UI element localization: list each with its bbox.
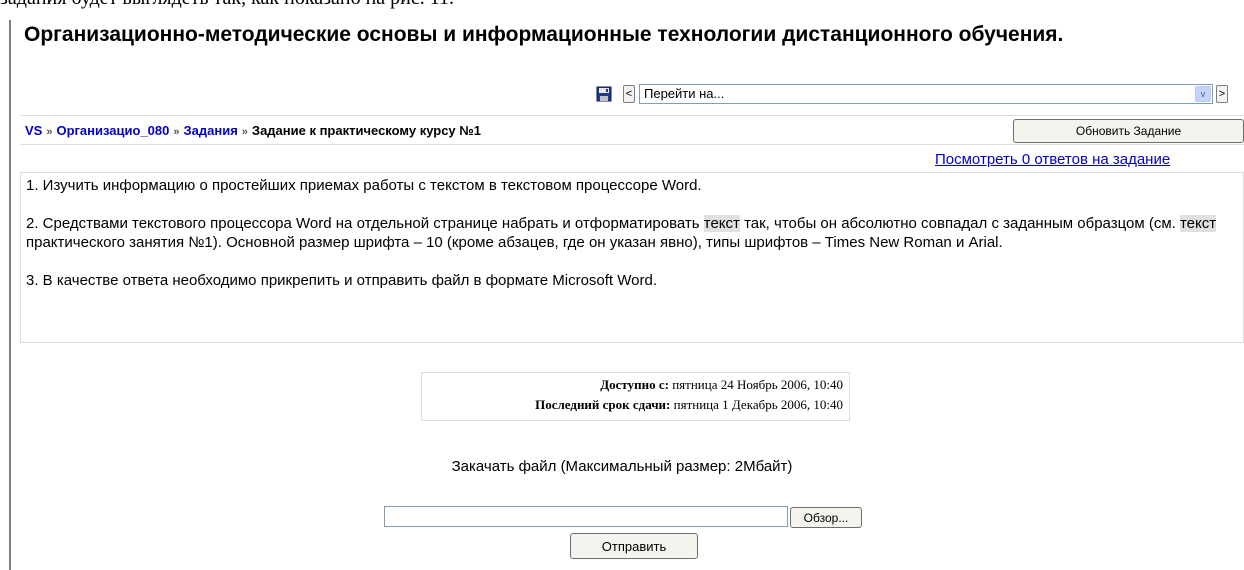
breadcrumb-current: Задание к практическому курсу №1 bbox=[251, 123, 481, 138]
available-from-row: Доступно с: пятница 24 Ноябрь 2006, 10:4… bbox=[600, 377, 843, 393]
available-from-label: Доступно с: bbox=[600, 377, 669, 392]
left-border bbox=[9, 20, 11, 570]
highlighted-word: текст bbox=[1179, 215, 1217, 232]
document-caption-fragment: задания будет выглядеть так, как показан… bbox=[0, 0, 1244, 9]
file-path-input[interactable] bbox=[384, 506, 788, 527]
due-date-row: Последний срок сдачи: пятница 1 Декабрь … bbox=[535, 397, 843, 413]
highlighted-word: текст bbox=[703, 215, 740, 232]
previous-activity-button[interactable]: < bbox=[623, 85, 635, 103]
save-icon[interactable] bbox=[596, 86, 612, 102]
assignment-text: так, чтобы он абсолютно совпадал с задан… bbox=[739, 215, 1180, 232]
assignment-paragraph-2: 2. Средствами текстового процессора Word… bbox=[26, 214, 1238, 252]
navigation-bar: VS» Организацио_080» Задания» Задание к пра… bbox=[20, 115, 1244, 145]
breadcrumb-link-course[interactable]: Организацио_080 bbox=[56, 123, 169, 138]
assignment-description: 1. Изучить информацию о простейших прием… bbox=[20, 172, 1244, 343]
update-assignment-button[interactable]: Обновить Задание bbox=[1013, 119, 1244, 143]
assignment-text: практического занятия №1). Основной разм… bbox=[26, 234, 1003, 251]
breadcrumb: VS» Организацио_080» Задания» Задание к пра… bbox=[25, 123, 481, 138]
chevron-down-icon[interactable]: v bbox=[1195, 86, 1211, 102]
upload-label: Закачать файл (Максимальный размер: 2Мба… bbox=[451, 458, 793, 475]
view-submissions-link[interactable]: Посмотреть 0 ответов на задание bbox=[935, 151, 1170, 168]
due-date-label: Последний срок сдачи: bbox=[535, 397, 671, 412]
dates-box: Доступно с: пятница 24 Ноябрь 2006, 10:4… bbox=[421, 372, 850, 421]
browse-button[interactable]: Обзор... bbox=[790, 507, 862, 528]
jump-to-select[interactable]: Перейти на... v bbox=[639, 84, 1213, 104]
breadcrumb-link-assignments[interactable]: Задания bbox=[184, 123, 238, 138]
due-date-value: пятница 1 Декабрь 2006, 10:40 bbox=[673, 397, 843, 412]
breadcrumb-separator: » bbox=[241, 126, 248, 138]
assignment-text: 2. Средствами текстового процессора Word… bbox=[26, 215, 704, 232]
assignment-paragraph-3: 3. В качестве ответа необходимо прикрепи… bbox=[26, 272, 657, 289]
breadcrumb-separator: » bbox=[173, 126, 180, 138]
available-from-value: пятница 24 Ноябрь 2006, 10:40 bbox=[672, 377, 843, 392]
breadcrumb-separator: » bbox=[46, 126, 53, 138]
next-activity-button[interactable]: > bbox=[1216, 85, 1228, 103]
jump-to-selected-value: Перейти на... bbox=[644, 86, 725, 101]
submit-button[interactable]: Отправить bbox=[570, 533, 698, 559]
breadcrumb-link-site[interactable]: VS bbox=[25, 123, 42, 138]
page-title: Организационно-методические основы и инф… bbox=[24, 23, 1064, 46]
assignment-paragraph-1: 1. Изучить информацию о простейших прием… bbox=[26, 177, 702, 194]
